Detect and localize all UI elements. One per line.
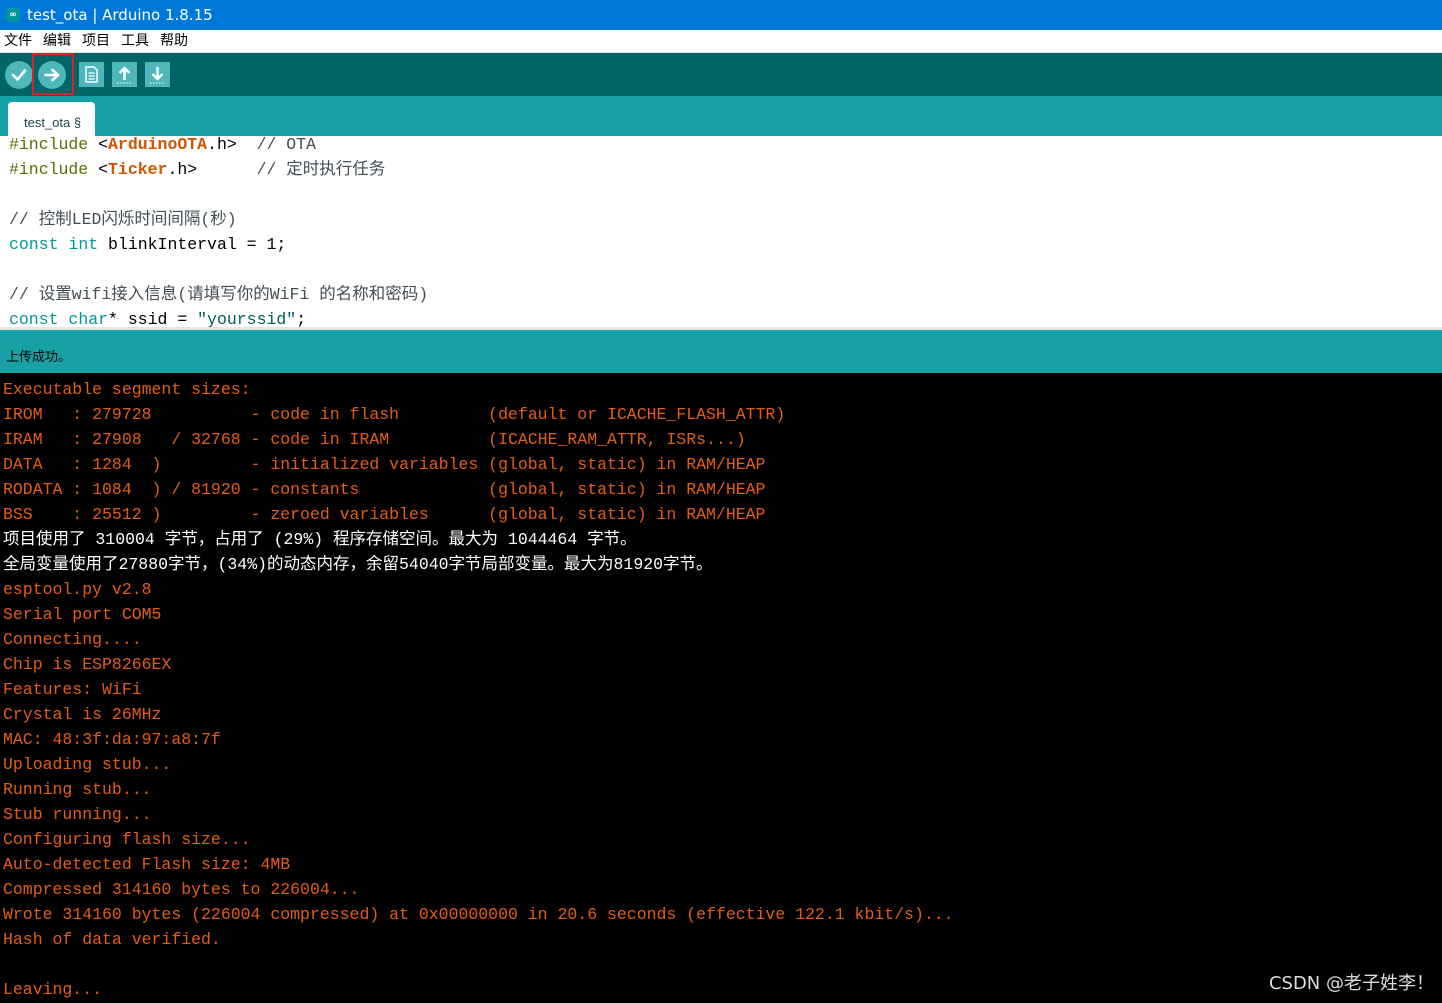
menu-tools[interactable]: 工具 xyxy=(121,32,149,50)
code-token: const xyxy=(9,235,59,254)
check-icon xyxy=(11,69,27,81)
code-token: // 设置wifi接入信息(请填写你的WiFi 的名称和密码) xyxy=(9,285,429,304)
console-line: DATA : 1284 ) - initialized variables (g… xyxy=(3,455,766,474)
upload-highlight-box xyxy=(32,53,74,95)
console-line: 项目使用了 310004 字节，占用了 (29%) 程序存储空间。最大为 104… xyxy=(3,530,637,549)
console-line: MAC: 48:3f:da:97:a8:7f xyxy=(3,730,221,749)
console-line: Stub running... xyxy=(3,805,152,824)
window-titlebar: ∞ test_ota | Arduino 1.8.15 xyxy=(0,0,1442,30)
new-file-icon xyxy=(85,66,98,83)
console-line: RODATA : 1084 ) / 81920 - constants (glo… xyxy=(3,480,766,499)
menu-file[interactable]: 文件 xyxy=(4,32,32,50)
save-button[interactable] xyxy=(145,62,170,87)
code-token: #include xyxy=(9,136,89,154)
verify-button[interactable] xyxy=(5,61,33,89)
status-message: 上传成功。 xyxy=(6,350,72,365)
code-token: .h> xyxy=(167,160,257,179)
menu-help[interactable]: 帮助 xyxy=(160,32,188,50)
code-token: // 控制LED闪烁时间间隔(秒) xyxy=(9,210,237,229)
open-button[interactable] xyxy=(112,62,137,87)
code-editor[interactable]: #include <ArduinoOTA.h> // OTA #include <… xyxy=(0,136,1442,329)
tab-label: test_ota § xyxy=(24,115,82,130)
code-token: // OTA xyxy=(256,136,316,154)
tab-strip: test_ota § xyxy=(0,96,1442,136)
console-line: Hash of data verified. xyxy=(3,930,221,949)
code-line: #include <Ticker.h> // 定时执行任务 xyxy=(9,161,385,186)
menu-bar: 文件 编辑 项目 工具 帮助 xyxy=(0,30,1442,53)
console-line: Features: WiFi xyxy=(3,680,142,699)
code-token: Ticker xyxy=(108,160,168,179)
code-line: // 设置wifi接入信息(请填写你的WiFi 的名称和密码) xyxy=(9,286,428,311)
code-token: ArduinoOTA xyxy=(108,136,208,154)
output-console[interactable]: Executable segment sizes: IROM : 279728 -… xyxy=(0,373,1442,1003)
arduino-logo-icon: ∞ xyxy=(6,8,20,22)
console-line: IROM : 279728 - code in flash (default o… xyxy=(3,405,786,424)
code-line: #include <ArduinoOTA.h> // OTA xyxy=(9,136,316,161)
console-line: Connecting.... xyxy=(3,630,142,649)
code-line: // 控制LED闪烁时间间隔(秒) xyxy=(9,211,237,236)
console-line: 全局变量使用了27880字节，(34%)的动态内存，余留54040字节局部变量。… xyxy=(3,555,713,574)
menu-edit[interactable]: 编辑 xyxy=(43,32,71,50)
console-line: Chip is ESP8266EX xyxy=(3,655,172,674)
console-line: Running stub... xyxy=(3,780,152,799)
code-token: #include xyxy=(9,160,89,179)
console-line: Compressed 314160 bytes to 226004... xyxy=(3,880,360,899)
console-line: Serial port COM5 xyxy=(3,605,162,624)
code-token: // 定时执行任务 xyxy=(256,160,386,179)
code-token: .h> xyxy=(207,136,257,154)
console-line: Crystal is 26MHz xyxy=(3,705,162,724)
code-token: blinkInterval = 1; xyxy=(98,235,287,254)
console-line: IRAM : 27908 / 32768 - code in IRAM (ICA… xyxy=(3,430,746,449)
code-token: int xyxy=(68,235,99,254)
arrow-down-icon xyxy=(150,67,165,84)
code-line: const int blinkInterval = 1; xyxy=(9,236,286,261)
console-line: Leaving... xyxy=(3,980,103,999)
code-token: < xyxy=(88,160,109,179)
console-line: Configuring flash size... xyxy=(3,830,251,849)
console-line: esptool.py v2.8 xyxy=(3,580,152,599)
menu-sketch[interactable]: 项目 xyxy=(82,32,110,50)
status-bar: 上传成功。 xyxy=(0,330,1442,373)
console-line: Uploading stub... xyxy=(3,755,172,774)
console-line: Auto-detected Flash size: 4MB xyxy=(3,855,291,874)
tab-test-ota[interactable]: test_ota § xyxy=(8,102,95,136)
code-token: < xyxy=(88,136,109,154)
watermark: CSDN @老子姓李！ xyxy=(1268,973,1434,994)
console-line: BSS : 25512 ) - zeroed variables (global… xyxy=(3,505,766,524)
window-title: test_ota | Arduino 1.8.15 xyxy=(27,6,213,24)
console-line: Executable segment sizes: xyxy=(3,380,251,399)
arrow-up-icon xyxy=(117,66,132,84)
toolbar xyxy=(0,53,1442,96)
new-button[interactable] xyxy=(79,62,104,87)
console-line: Wrote 314160 bytes (226004 compressed) a… xyxy=(3,905,954,924)
